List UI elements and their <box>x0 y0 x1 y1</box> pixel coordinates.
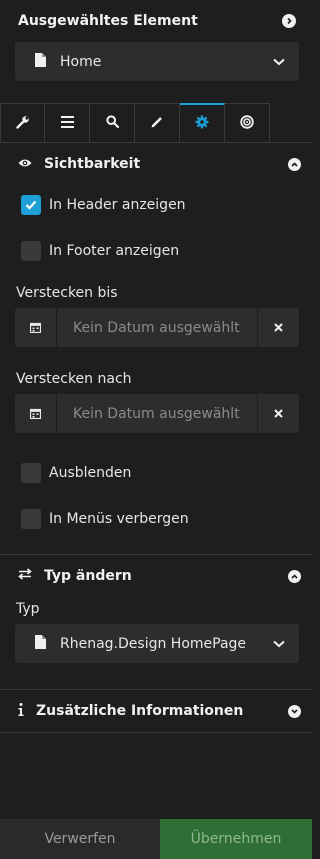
close-icon[interactable] <box>258 308 299 347</box>
visibility-section-header[interactable]: Sichtbarkeit <box>0 143 312 185</box>
hide-until-label: Verstecken bis <box>16 285 118 301</box>
panel-header: Ausgewähltes Element <box>0 0 312 42</box>
type-select-value: Rhenag.Design HomePage <box>60 635 247 652</box>
document-icon <box>35 634 46 653</box>
eye-icon <box>18 156 32 172</box>
hide-after-date-picker[interactable]: Kein Datum ausgewählt <box>15 394 299 433</box>
type-label: Typ <box>16 601 40 617</box>
target-icon <box>240 114 254 133</box>
tab-bar <box>0 103 312 143</box>
close-icon[interactable] <box>258 394 299 433</box>
show-in-footer-checkbox[interactable] <box>21 241 41 261</box>
apply-button[interactable]: Übernehmen <box>160 819 312 859</box>
chevron-down-icon <box>273 54 285 70</box>
change-type-section-title: Typ ändern <box>44 568 132 584</box>
calendar-icon[interactable] <box>15 394 57 433</box>
discard-button[interactable]: Verwerfen <box>0 819 160 859</box>
show-in-header-row[interactable]: In Header anzeigen <box>0 194 312 216</box>
swap-arrows-icon <box>18 568 32 584</box>
list-icon <box>60 115 74 132</box>
hide-until-date-picker[interactable]: Kein Datum ausgewählt <box>15 308 299 347</box>
search-icon <box>105 115 119 132</box>
show-in-footer-label: In Footer anzeigen <box>49 243 180 259</box>
hide-after-label: Verstecken nach <box>16 371 132 387</box>
tab-search[interactable] <box>90 103 135 143</box>
tab-properties[interactable] <box>0 103 45 143</box>
element-select[interactable]: Home <box>15 42 299 81</box>
tab-edit[interactable] <box>135 103 180 143</box>
change-type-section-header[interactable]: Typ ändern <box>0 555 312 597</box>
additional-info-section-title: Zusätzliche Informationen <box>36 703 244 719</box>
hide-label: Ausblenden <box>49 465 132 481</box>
tab-target[interactable] <box>225 103 270 143</box>
footer-actions: Verwerfen Übernehmen <box>0 819 312 859</box>
info-icon <box>18 702 24 720</box>
chevron-up-icon[interactable] <box>288 157 301 171</box>
chevron-up-icon[interactable] <box>288 569 301 583</box>
additional-info-section-header[interactable]: Zusätzliche Informationen <box>0 690 312 732</box>
chevron-down-icon[interactable] <box>288 704 301 718</box>
hide-checkbox[interactable] <box>21 463 41 483</box>
chevron-down-icon <box>273 636 285 652</box>
hide-until-input[interactable]: Kein Datum ausgewählt <box>57 308 258 347</box>
chevron-right-circle-icon[interactable] <box>282 14 296 28</box>
show-in-footer-row[interactable]: In Footer anzeigen <box>0 240 312 262</box>
hide-after-input[interactable]: Kein Datum ausgewählt <box>57 394 258 433</box>
element-select-value: Home <box>60 53 102 70</box>
tab-structure[interactable] <box>45 103 90 143</box>
hide-in-menus-label: In Menüs verbergen <box>49 511 189 527</box>
hide-in-menus-checkbox[interactable] <box>21 509 41 529</box>
visibility-section-title: Sichtbarkeit <box>44 156 141 172</box>
type-select[interactable]: Rhenag.Design HomePage <box>15 624 299 663</box>
show-in-header-checkbox[interactable] <box>21 195 41 215</box>
document-icon <box>35 52 46 71</box>
pencil-icon <box>151 115 164 132</box>
tab-settings[interactable] <box>180 103 225 143</box>
calendar-icon[interactable] <box>15 308 57 347</box>
section-divider <box>0 732 312 733</box>
show-in-header-label: In Header anzeigen <box>49 197 186 213</box>
panel-title: Ausgewähltes Element <box>18 13 198 29</box>
gear-icon <box>195 115 209 133</box>
hide-in-menus-row[interactable]: In Menüs verbergen <box>0 508 312 530</box>
wrench-icon <box>15 115 30 133</box>
hide-row[interactable]: Ausblenden <box>0 462 312 484</box>
